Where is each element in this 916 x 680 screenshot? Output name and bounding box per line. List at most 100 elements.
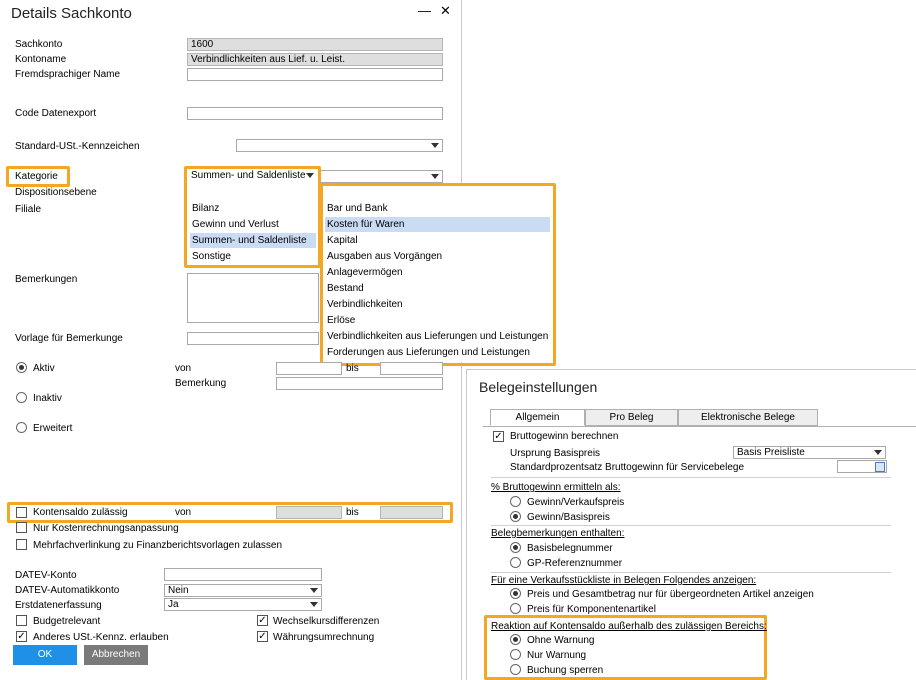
divider bbox=[491, 572, 891, 573]
mehrfach-checkbox[interactable] bbox=[16, 539, 27, 550]
ursprung-select[interactable]: Basis Preisliste bbox=[733, 446, 886, 459]
kontensaldo-von-input[interactable] bbox=[276, 506, 342, 519]
kategorie-option[interactable]: Bilanz bbox=[190, 201, 316, 216]
kategorie-label: Kategorie bbox=[15, 171, 58, 182]
ust-kennzeichen-select[interactable] bbox=[236, 139, 443, 152]
window-title: Details Sachkonto bbox=[11, 5, 132, 22]
kategorie-option-selected[interactable]: Summen- und Saldenliste bbox=[190, 233, 316, 248]
dispo-option[interactable]: Bar und Bank bbox=[325, 201, 550, 216]
basisbelegnummer-label: Basisbelegnummer bbox=[527, 543, 613, 554]
waehrung-checkbox[interactable]: ✓ bbox=[257, 631, 268, 642]
kategorie-select[interactable]: Summen- und Saldenliste bbox=[188, 170, 318, 183]
inaktiv-radio[interactable] bbox=[16, 392, 27, 403]
nur-warnung-radio[interactable] bbox=[510, 649, 521, 660]
datev-konto-label: DATEV-Konto bbox=[15, 570, 77, 581]
aktiv-radio[interactable] bbox=[16, 362, 27, 373]
datev-automatik-select[interactable]: Nein bbox=[164, 584, 322, 597]
aktiv-von-input[interactable] bbox=[276, 362, 342, 375]
nur-warnung-label: Nur Warnung bbox=[527, 650, 587, 661]
tab-allgemein[interactable]: Allgemein bbox=[490, 409, 585, 426]
aktiv-bis-label: bis bbox=[346, 363, 359, 374]
dispositionsebene-label: Dispositionsebene bbox=[15, 187, 97, 198]
standardprozentsatz-label: Standardprozentsatz Bruttogewinn für Ser… bbox=[510, 462, 745, 473]
dispo-option[interactable]: Anlagevermögen bbox=[325, 265, 550, 280]
datev-konto-input[interactable] bbox=[164, 568, 322, 581]
gewinn-verkaufspreis-radio[interactable] bbox=[510, 496, 521, 507]
reaktion-heading: Reaktion auf Kontensaldo außerhalb des z… bbox=[491, 621, 767, 632]
dispo-option[interactable]: Bestand bbox=[325, 281, 550, 296]
anderes-ust-label: Anderes USt.-Kennz. erlauben bbox=[33, 632, 169, 643]
chevron-down-icon bbox=[306, 173, 314, 178]
inaktiv-label: Inaktiv bbox=[33, 393, 62, 404]
gp-referenznummer-label: GP-Referenznummer bbox=[527, 558, 623, 569]
dispo-option[interactable]: Forderungen aus Lieferungen und Leistung… bbox=[325, 345, 550, 360]
bemerkungen-label: Bemerkungen bbox=[15, 274, 78, 285]
bruttogewinn-ermitteln-heading: % Bruttogewinn ermitteln als: bbox=[491, 482, 621, 493]
fremdsprachiger-name-label: Fremdsprachiger Name bbox=[15, 69, 121, 80]
aktiv-bis-input[interactable] bbox=[380, 362, 443, 375]
filiale-label: Filiale bbox=[15, 204, 42, 215]
kontensaldo-label: Kontensaldo zulässig bbox=[33, 507, 128, 518]
erstdaten-label: Erstdatenerfassung bbox=[15, 600, 102, 611]
aktiv-label: Aktiv bbox=[33, 363, 55, 374]
datev-automatik-label: DATEV-Automatikkonto bbox=[15, 585, 120, 596]
dispo-option[interactable]: Erlöse bbox=[325, 313, 550, 328]
nur-kosten-checkbox[interactable] bbox=[16, 522, 27, 533]
dispo-option[interactable]: Kapital bbox=[325, 233, 550, 248]
ok-button[interactable]: OK bbox=[13, 645, 77, 665]
gewinn-basispreis-radio[interactable] bbox=[510, 511, 521, 522]
details-sachkonto-window: Details Sachkonto — ✕ Sachkonto 1600 Kon… bbox=[0, 0, 556, 680]
dispo-option[interactable]: Verbindlichkeiten aus Lieferungen und Le… bbox=[325, 329, 550, 344]
dispo-option-selected[interactable]: Kosten für Waren bbox=[325, 217, 550, 232]
minimize-icon[interactable]: — bbox=[418, 3, 431, 18]
chevron-down-icon bbox=[310, 602, 318, 607]
wechsel-label: Wechselkursdifferenzen bbox=[273, 616, 380, 627]
bemerkung-input[interactable] bbox=[276, 377, 443, 390]
calculator-icon[interactable] bbox=[875, 462, 885, 472]
ohne-warnung-radio[interactable] bbox=[510, 634, 521, 645]
dispo-option[interactable]: Ausgaben aus Vorgängen bbox=[325, 249, 550, 264]
kategorie-option[interactable]: Gewinn und Verlust bbox=[190, 217, 316, 232]
tab-pro-beleg[interactable]: Pro Beleg bbox=[585, 409, 678, 426]
chevron-down-icon bbox=[431, 174, 439, 179]
bruttogewinn-label: Bruttogewinn berechnen bbox=[510, 431, 619, 442]
bemerkung-label: Bemerkung bbox=[175, 378, 227, 389]
wechsel-checkbox[interactable]: ✓ bbox=[257, 615, 268, 626]
gewinn-verkaufspreis-label: Gewinn/Verkaufspreis bbox=[527, 497, 625, 508]
abbrechen-button[interactable]: Abbrechen bbox=[84, 645, 148, 665]
bruttogewinn-checkbox[interactable]: ✓ bbox=[493, 431, 504, 442]
close-icon[interactable]: ✕ bbox=[440, 3, 451, 19]
vorlage-label: Vorlage für Bemerkunge bbox=[15, 333, 123, 344]
bemerkungen-textarea[interactable] bbox=[187, 273, 319, 323]
sachkonto-field: 1600 bbox=[187, 38, 443, 51]
tab-elektronische-belege[interactable]: Elektronische Belege bbox=[678, 409, 818, 426]
code-datenexport-input[interactable] bbox=[187, 107, 443, 120]
budget-checkbox[interactable] bbox=[16, 615, 27, 626]
kontensaldo-von-label: von bbox=[175, 507, 192, 518]
divider bbox=[491, 477, 891, 478]
preis-komponenten-radio[interactable] bbox=[510, 603, 521, 614]
nur-kosten-label: Nur Kostenrechnungsanpassung bbox=[33, 523, 179, 534]
buchung-sperren-label: Buchung sperren bbox=[527, 665, 604, 676]
buchung-sperren-radio[interactable] bbox=[510, 664, 521, 675]
erstdaten-value: Ja bbox=[168, 599, 179, 610]
fremdsprachiger-name-input[interactable] bbox=[187, 68, 443, 81]
datev-automatik-value: Nein bbox=[168, 585, 189, 596]
anderes-ust-checkbox[interactable]: ✓ bbox=[16, 631, 27, 642]
belegbemerkungen-heading: Belegbemerkungen enthalten: bbox=[491, 528, 625, 539]
dispositionsebene-option-list: Bar und Bank Kosten für Waren Kapital Au… bbox=[323, 186, 552, 362]
ohne-warnung-label: Ohne Warnung bbox=[527, 635, 595, 646]
gp-referenznummer-radio[interactable] bbox=[510, 557, 521, 568]
preis-gesamtbetrag-radio[interactable] bbox=[510, 588, 521, 599]
sachkonto-label: Sachkonto bbox=[15, 39, 63, 50]
basisbelegnummer-radio[interactable] bbox=[510, 542, 521, 553]
kategorie-option[interactable]: Sonstige bbox=[190, 249, 316, 264]
erweitert-radio[interactable] bbox=[16, 422, 27, 433]
kontensaldo-checkbox[interactable] bbox=[16, 507, 27, 518]
kontensaldo-bis-input[interactable] bbox=[380, 506, 443, 519]
dispo-option[interactable]: Verbindlichkeiten bbox=[325, 297, 550, 312]
belegeinstellungen-window: Belegeinstellungen Allgemein Pro Beleg E… bbox=[466, 369, 916, 680]
erstdaten-select[interactable]: Ja bbox=[164, 598, 322, 611]
kontoname-field: Verbindlichkeiten aus Lief. u. Leist. bbox=[187, 53, 443, 66]
vorlage-input[interactable] bbox=[187, 332, 319, 345]
